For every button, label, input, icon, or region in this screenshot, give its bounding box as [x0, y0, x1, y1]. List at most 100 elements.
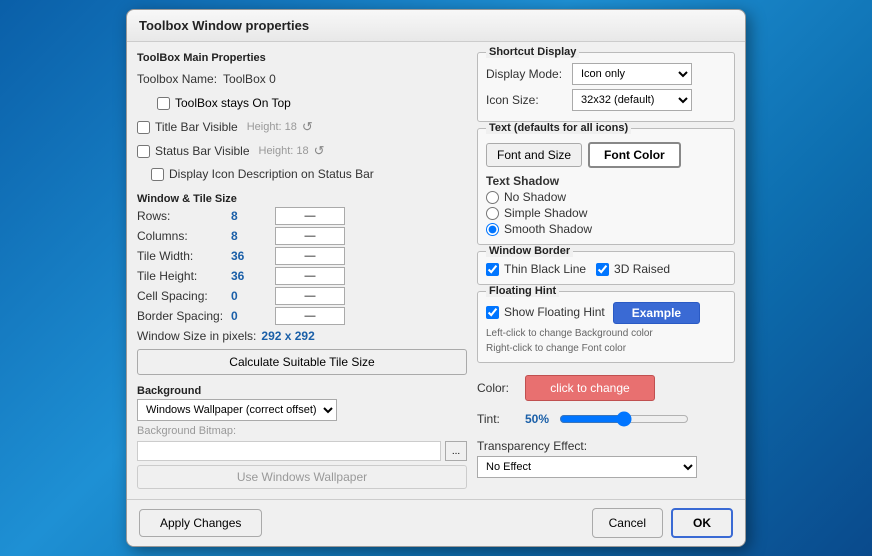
toolbox-name-label: Toolbox Name: [137, 72, 217, 86]
title-bar-row: Title Bar Visible Height: 18 ↺ [137, 119, 467, 135]
tile-height-input[interactable] [275, 267, 345, 285]
tint-label: Tint: [477, 412, 517, 426]
hint-row: Show Floating Hint Example [486, 302, 726, 324]
display-mode-label: Display Mode: [486, 67, 566, 81]
bitmap-label: Background Bitmap: [137, 425, 236, 437]
window-size-value: 292 x 292 [261, 329, 314, 343]
cell-spacing-input[interactable] [275, 287, 345, 305]
rows-value: 8 [231, 209, 271, 223]
font-row: Font and Size Font Color [486, 142, 726, 168]
footer-left: Apply Changes [139, 509, 262, 537]
ok-button[interactable]: OK [671, 508, 733, 538]
window-size-label: Window Size in pixels: [137, 329, 256, 343]
floating-hint-group: Floating Hint Show Floating Hint Example… [477, 291, 735, 363]
three-d-checkbox[interactable] [596, 263, 609, 276]
simple-shadow-label: Simple Shadow [504, 206, 587, 220]
use-windows-wallpaper-button[interactable]: Use Windows Wallpaper [137, 465, 467, 489]
tile-width-input[interactable] [275, 247, 345, 265]
display-mode-select[interactable]: Icon only [572, 63, 692, 85]
background-header: Background [137, 385, 467, 397]
show-floating-hint-row: Show Floating Hint [486, 305, 605, 319]
dialog-footer: Apply Changes Cancel OK [127, 499, 745, 546]
background-section: Background Windows Wallpaper (correct of… [137, 385, 467, 489]
thin-black-label: Thin Black Line [504, 262, 586, 276]
text-defaults-title: Text (defaults for all icons) [486, 122, 631, 134]
text-shadow-label: Text Shadow [486, 174, 592, 188]
dialog-title: Toolbox Window properties [127, 10, 745, 42]
window-size-row: Window Size in pixels: 292 x 292 [137, 329, 467, 343]
title-bar-checkbox[interactable] [137, 121, 150, 134]
show-floating-hint-checkbox[interactable] [486, 306, 499, 319]
main-properties-header: ToolBox Main Properties [137, 52, 467, 64]
smooth-shadow-radio[interactable] [486, 223, 499, 236]
bitmap-path-input[interactable] [137, 441, 441, 461]
transparency-label: Transparency Effect: [477, 439, 735, 453]
title-bar-height: Height: 18 [247, 121, 297, 133]
status-bar-checkbox[interactable] [137, 145, 150, 158]
stays-on-top-checkbox[interactable] [157, 97, 170, 110]
left-panel: ToolBox Main Properties Toolbox Name: To… [137, 52, 467, 489]
status-bar-reset-icon[interactable]: ↺ [314, 143, 325, 159]
text-defaults-group: Text (defaults for all icons) Font and S… [477, 128, 735, 245]
dialog-title-text: Toolbox Window properties [139, 18, 309, 33]
color-section: Color: click to change [477, 375, 735, 401]
thin-black-row: Thin Black Line [486, 262, 586, 276]
toolbox-name-value: ToolBox 0 [223, 72, 276, 86]
tint-slider[interactable] [559, 411, 689, 427]
toolbox-name-row: Toolbox Name: ToolBox 0 [137, 72, 467, 86]
cols-value: 8 [231, 229, 271, 243]
no-shadow-row: No Shadow [486, 190, 592, 204]
floating-hint-title: Floating Hint [486, 285, 559, 297]
background-dropdown[interactable]: Windows Wallpaper (correct offset) [137, 399, 337, 421]
shortcut-display-group: Shortcut Display Display Mode: Icon only… [477, 52, 735, 122]
browse-button[interactable]: ... [445, 441, 467, 461]
icon-size-select[interactable]: 32x32 (default) [572, 89, 692, 111]
color-change-button[interactable]: click to change [525, 375, 655, 401]
display-icon-desc-checkbox[interactable] [151, 168, 164, 181]
window-border-group: Window Border Thin Black Line 3D Raised [477, 251, 735, 285]
no-shadow-radio[interactable] [486, 191, 499, 204]
apply-changes-button[interactable]: Apply Changes [139, 509, 262, 537]
cancel-button[interactable]: Cancel [592, 508, 663, 538]
border-spacing-value: 0 [231, 309, 271, 323]
smooth-shadow-label: Smooth Shadow [504, 222, 592, 236]
calculate-tile-size-button[interactable]: Calculate Suitable Tile Size [137, 349, 467, 375]
color-label: Color: [477, 381, 517, 395]
shortcut-display-title: Shortcut Display [486, 46, 579, 58]
window-tile-section: Window & Tile Size Rows: 8 Columns: 8 Ti… [137, 193, 467, 375]
transparency-section: Transparency Effect: No Effect [477, 439, 735, 478]
font-color-button[interactable]: Font Color [588, 142, 681, 168]
no-shadow-label: No Shadow [504, 190, 566, 204]
bitmap-input-row: ... [137, 441, 467, 461]
border-spacing-input[interactable] [275, 307, 345, 325]
display-mode-row: Display Mode: Icon only [486, 63, 726, 85]
hint-text: Left-click to change Background color Ri… [486, 326, 726, 356]
rows-input[interactable] [275, 207, 345, 225]
smooth-shadow-row: Smooth Shadow [486, 222, 592, 236]
title-bar-reset-icon[interactable]: ↺ [302, 119, 313, 135]
transparency-dropdown[interactable]: No Effect [477, 456, 697, 478]
stays-on-top-row: ToolBox stays On Top [157, 96, 467, 110]
show-floating-hint-label: Show Floating Hint [504, 305, 605, 319]
example-button[interactable]: Example [613, 302, 700, 324]
cell-spacing-label: Cell Spacing: [137, 289, 227, 303]
tile-height-label: Tile Height: [137, 269, 227, 283]
icon-size-label: Icon Size: [486, 93, 566, 107]
font-and-size-button[interactable]: Font and Size [486, 143, 582, 167]
thin-black-checkbox[interactable] [486, 263, 499, 276]
simple-shadow-radio[interactable] [486, 207, 499, 220]
three-d-label: 3D Raised [614, 262, 670, 276]
tint-section: Tint: 50% [477, 411, 735, 427]
tile-width-label: Tile Width: [137, 249, 227, 263]
tint-slider-container [559, 411, 735, 427]
status-bar-label: Status Bar Visible [155, 144, 250, 158]
window-border-title: Window Border [486, 245, 573, 257]
tint-value: 50% [525, 412, 549, 426]
border-checks: Thin Black Line 3D Raised [486, 262, 726, 278]
cols-input[interactable] [275, 227, 345, 245]
icon-size-row: Icon Size: 32x32 (default) [486, 89, 726, 111]
cols-label: Columns: [137, 229, 227, 243]
border-spacing-label: Border Spacing: [137, 309, 227, 323]
simple-shadow-row: Simple Shadow [486, 206, 592, 220]
cell-spacing-value: 0 [231, 289, 271, 303]
